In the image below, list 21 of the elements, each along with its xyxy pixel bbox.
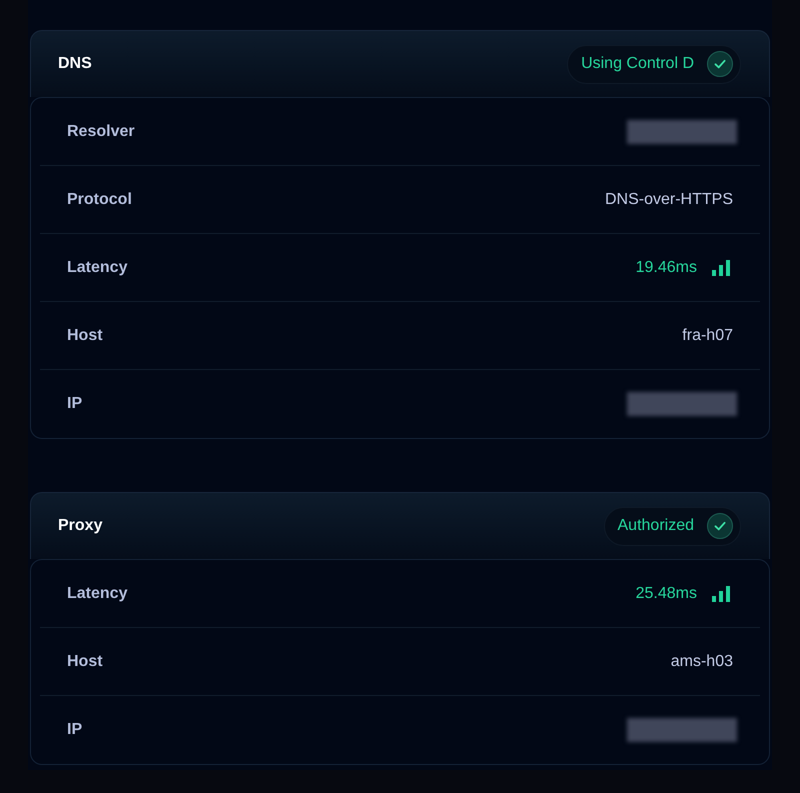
row-label: IP [67, 394, 82, 414]
latency-value: 19.46ms [636, 258, 697, 278]
row-label: Protocol [67, 190, 132, 210]
row-label: Latency [67, 584, 128, 604]
latency-value: 25.48ms [636, 584, 697, 604]
row-value: DNS-over-HTTPS [604, 190, 733, 210]
row-label: Host [67, 652, 103, 672]
check-icon [707, 51, 733, 77]
row-value: ams-h03 [670, 652, 733, 672]
check-icon [707, 513, 733, 539]
row-label: Host [67, 326, 103, 346]
status-label: Authorized [618, 516, 694, 536]
row-label: Latency [67, 258, 128, 278]
section-title: DNS [58, 54, 92, 74]
row-label: IP [67, 720, 82, 740]
signal-bars-icon [712, 260, 730, 276]
row-value: fra-h07 [682, 326, 733, 346]
row-label: Resolver [67, 122, 135, 142]
status-label: Using Control D [581, 54, 694, 74]
section-title: Proxy [58, 516, 102, 536]
signal-bars-icon [712, 586, 730, 602]
